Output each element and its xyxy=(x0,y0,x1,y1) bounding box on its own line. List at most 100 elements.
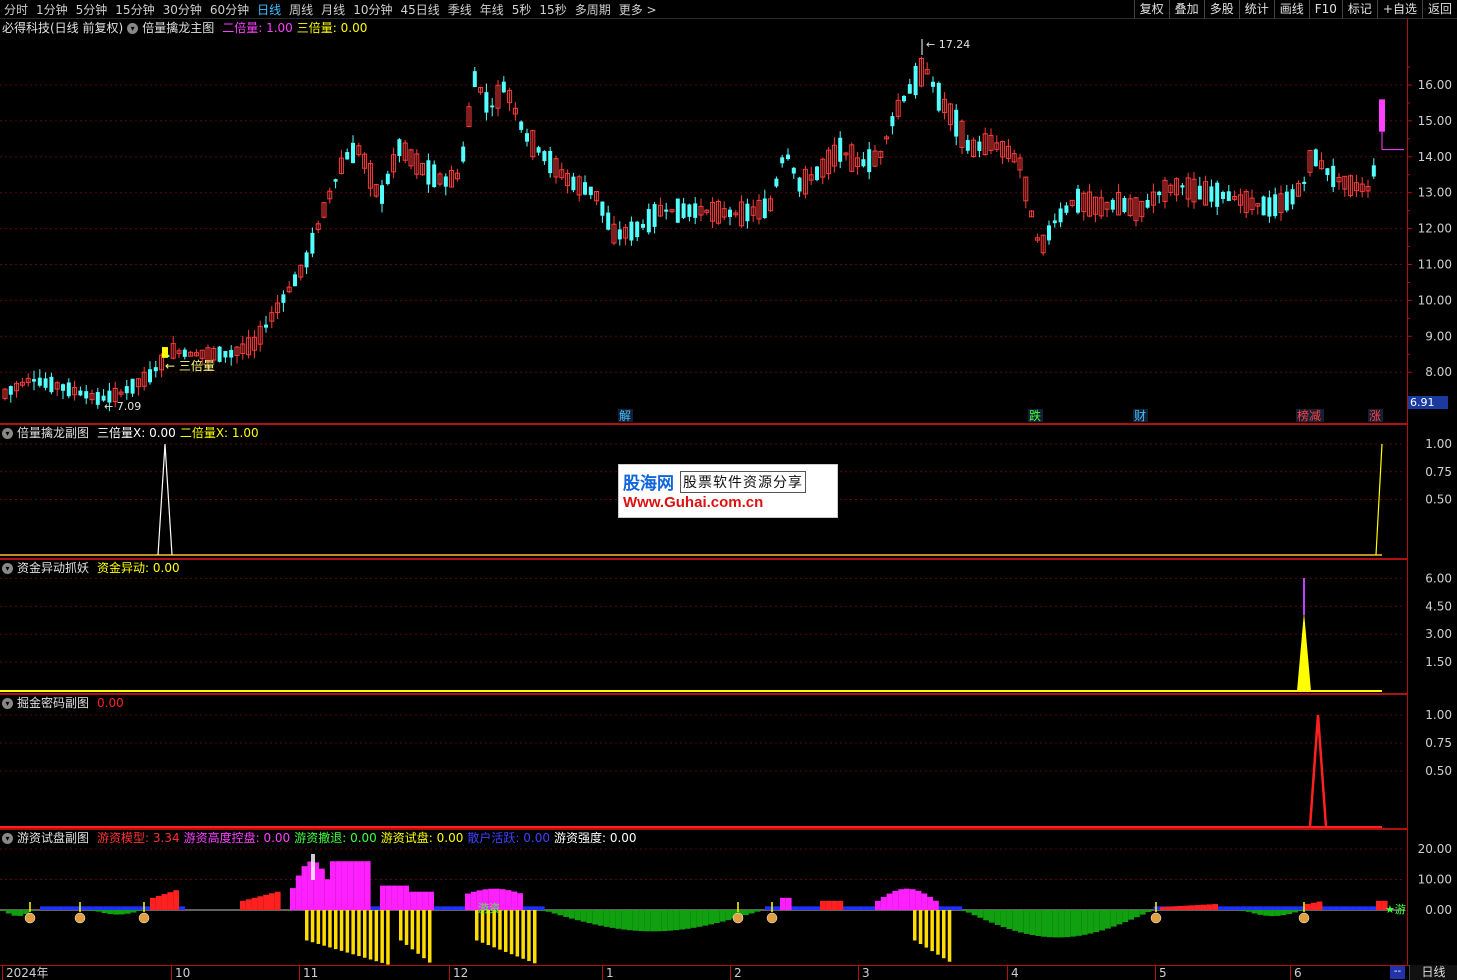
scroll-right-button[interactable]: -- xyxy=(1390,966,1405,979)
panel3-axis-label: 3.00 xyxy=(1425,627,1452,641)
panel5-green-bar xyxy=(725,910,732,921)
money-bag-icon xyxy=(1298,912,1310,924)
panel5-yellow-stick xyxy=(368,910,373,960)
panel5-blue-bar xyxy=(115,906,122,910)
candle-body-down xyxy=(1076,188,1080,213)
panel5-red-bar xyxy=(167,892,174,910)
panel5-yellow-stick xyxy=(942,910,946,959)
candle-body-down xyxy=(890,116,895,127)
watermark-logo: 股海网 股票软件资源分享 Www.Guhai.com.cn xyxy=(618,464,838,518)
candle-body-down xyxy=(385,173,390,185)
candle-body-down xyxy=(426,160,431,185)
candle-body-down xyxy=(762,198,767,219)
panel5-magenta-bar xyxy=(364,861,371,910)
panel5-green-bar xyxy=(90,910,96,911)
price-axis-label: 13.00 xyxy=(1418,186,1452,200)
panel5-blue-bar xyxy=(805,906,812,910)
panel5-green-bar xyxy=(1257,910,1264,915)
panel5-magenta-bar xyxy=(886,893,893,910)
panel5-magenta-bar xyxy=(290,888,296,910)
candle-body-down xyxy=(954,109,959,137)
time-axis-label: 12 xyxy=(449,966,468,980)
panel5-blue-bar xyxy=(1246,906,1253,910)
panel5-magenta-bar xyxy=(904,888,910,910)
candle-body-down xyxy=(66,382,71,397)
panel5-blue-bar xyxy=(857,906,864,910)
candle-body-down xyxy=(1261,196,1266,216)
price-axis-label: 11.00 xyxy=(1418,258,1452,272)
candle-body-down xyxy=(588,186,593,196)
candle-body-down xyxy=(536,147,541,153)
panel5-green-bar xyxy=(557,910,564,916)
panel5-magenta-bar xyxy=(880,896,887,910)
panel5-yellow-stick xyxy=(374,910,379,962)
panel5-blue-bar xyxy=(799,906,806,910)
time-axis-label: 3 xyxy=(858,966,870,980)
panel5-green-bar xyxy=(685,910,691,929)
price-axis-label: 10.00 xyxy=(1418,293,1452,307)
panel5-blue-bar xyxy=(40,906,46,910)
candle-body-down xyxy=(223,351,228,358)
candle-body-down xyxy=(1273,194,1278,217)
panel5-green-bar xyxy=(632,910,639,931)
candle-body-down xyxy=(583,182,587,195)
candle-body-down xyxy=(1290,189,1295,205)
panel5-yellow-stick xyxy=(357,910,361,957)
panel5-blue-bar xyxy=(127,906,133,910)
candle-body-down xyxy=(965,140,970,151)
panel5-yellow-stick xyxy=(416,910,420,954)
panel5-red-bar xyxy=(1194,905,1201,910)
panel5-green-bar xyxy=(1298,910,1304,911)
money-bag-icon xyxy=(732,912,744,924)
time-axis-label: 4 xyxy=(1007,966,1019,980)
panel5-green-bar xyxy=(1029,910,1036,936)
panel5-green-bar xyxy=(690,910,697,928)
panel5-blue-bar xyxy=(956,906,963,910)
panel2-axis-label: 0.50 xyxy=(1425,493,1452,507)
panel5-blue-bar xyxy=(370,906,377,910)
panel5-yellow-stick xyxy=(305,910,309,941)
candle-body-down xyxy=(310,232,315,254)
candle-body-down xyxy=(1226,191,1231,201)
price-axis-label: 15.00 xyxy=(1418,114,1452,128)
panel5-blue-bar xyxy=(144,906,151,910)
panel5-magenta-bar xyxy=(391,885,398,910)
panel5-green-bar xyxy=(569,910,575,919)
panel5-green-bar xyxy=(627,910,633,931)
panel5-blue-bar xyxy=(939,906,945,910)
panel5-blue-bar xyxy=(1356,906,1363,910)
panel5-yellow-stick xyxy=(498,910,502,950)
money-bag-icon xyxy=(138,912,150,924)
panel5-green-bar xyxy=(124,910,131,914)
candle-body-down xyxy=(61,384,65,391)
panel5-green-bar xyxy=(130,910,137,913)
panel4-axis-label: 0.75 xyxy=(1425,736,1452,750)
panel5-red-bar xyxy=(173,890,179,910)
three-volume-candle xyxy=(162,347,168,358)
candle-body-down xyxy=(728,209,732,218)
panel5-yellow-stick xyxy=(328,910,332,948)
panel5-blue-bar xyxy=(1339,906,1345,910)
panel5-green-bar xyxy=(1263,910,1269,916)
panel5-magenta-bar xyxy=(335,861,342,910)
candle-body-down xyxy=(1267,197,1272,217)
bottom-period-tab[interactable]: 日线 xyxy=(1409,965,1457,980)
panel5-blue-bar xyxy=(852,906,858,910)
panel5-red-bar xyxy=(1206,904,1213,910)
panel5-blue-bar xyxy=(1327,906,1334,910)
candle-body-down xyxy=(217,346,222,362)
panel5-magenta-bar xyxy=(416,891,423,910)
panel5-green-bar xyxy=(1064,910,1071,938)
candle-body-down xyxy=(1325,168,1330,176)
panel5-yellow-stick xyxy=(380,910,384,963)
panel5-yellow-stick xyxy=(521,910,525,959)
candle-body-down xyxy=(229,349,234,358)
panel5-blue-bar xyxy=(1234,906,1241,910)
panel5-green-bar xyxy=(1087,910,1094,934)
panel5-green-bar xyxy=(11,910,18,916)
panel5-blue-bar xyxy=(863,906,870,910)
panel5-green-bar xyxy=(1251,910,1258,914)
candle-body-down xyxy=(1215,182,1220,207)
time-axis-label: 5 xyxy=(1155,966,1167,980)
panel5-green-bar xyxy=(994,910,1001,925)
